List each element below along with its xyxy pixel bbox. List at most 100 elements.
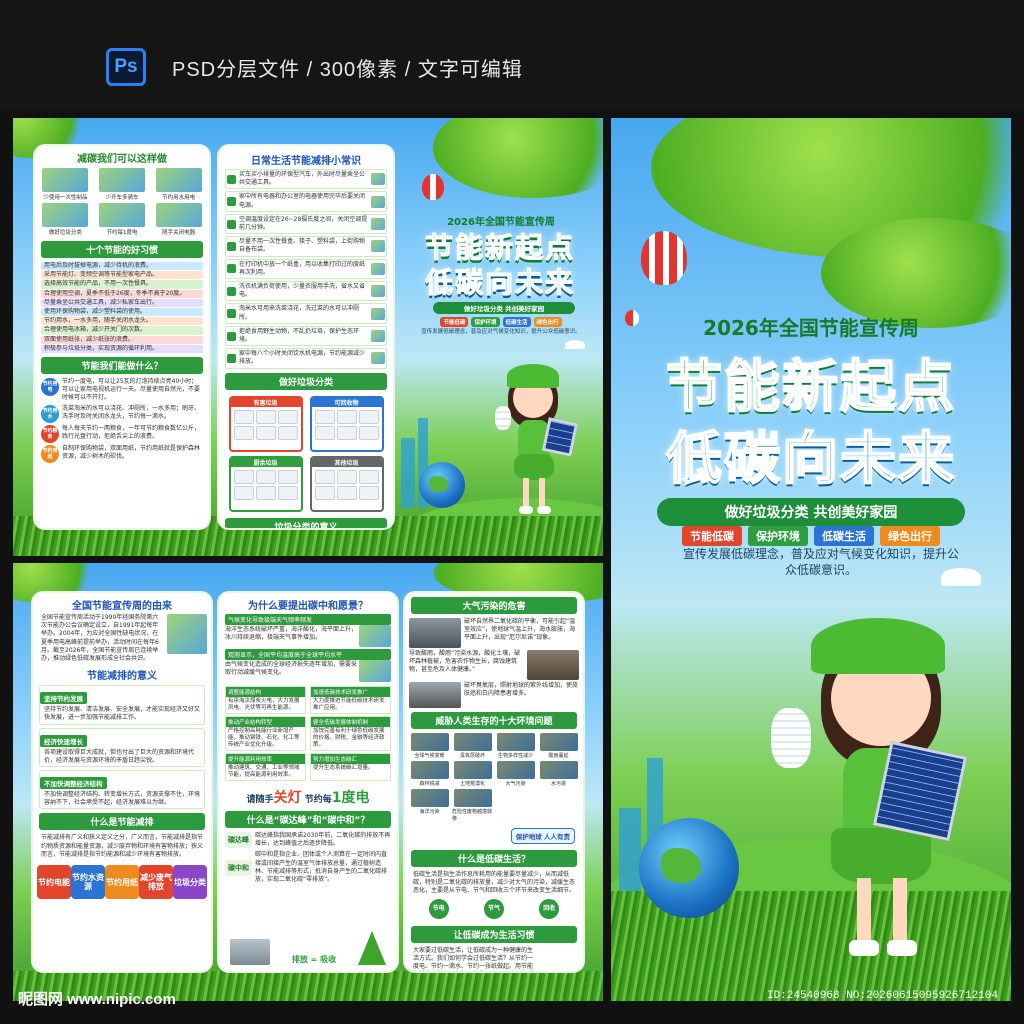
problem-item: 危险性废物越境转移 [452, 789, 493, 822]
habit-item: 合理使用电冰箱，减少开关门的次数。 [41, 326, 203, 335]
action-text: 加快完善有利于绿色低碳发展的价格、财税、金融等经济政策。 [313, 728, 385, 748]
hot-air-balloon [625, 310, 639, 326]
sorting-bins: 有害垃圾 可回收物 厨余垃圾 其他垃圾 [219, 394, 393, 514]
tip-number-icon [227, 197, 236, 207]
bin-item-icon [233, 409, 254, 424]
problem-photo [410, 761, 449, 779]
brochure-page-1: 减碳我们可以这样做 少使用一次性制品 少开车多骑车 节约用水用电 做好垃圾分类 节约每1… [13, 118, 603, 556]
problem-label: 全球气候变暖 [414, 753, 445, 759]
illustration-caption: 少开车多骑车 [105, 195, 139, 201]
action-item: 加速低碳技术研发推广 大力度推进节能低碳技术研发推广应用。 [310, 686, 391, 714]
file-info-text: PSD分层文件 / 300像素 / 文字可编辑 [172, 59, 523, 81]
problem-label: 海洋污染 [419, 809, 440, 815]
why-row: 由气候变化造成的全球经济损失逐年增加，需要采取行动减缓气候变化。 [225, 660, 391, 682]
tip-illustration [371, 307, 385, 320]
habit-item: 使用环保购物袋，减少塑料袋的使用。 [41, 308, 203, 317]
week-title: 2026年全国节能宣传周 [703, 316, 919, 340]
why-text: 海洋生态系统破坏严重，海洋酸化，海平面上升，冰川持续退缩，极端天气事件增加。 [225, 626, 358, 642]
tip-illustration [371, 173, 385, 186]
problem-label: 酸雨蔓延 [548, 753, 569, 759]
low-carbon-icons: 节电 节气 回收 [405, 896, 583, 922]
problem-grid: 全球气候变暖 臭氧层破坏 生物多样性减少 酸雨蔓延 森林锐减 土地荒漠化 大气污染 水污染 海洋… [405, 733, 583, 822]
bin-item-icon [255, 485, 276, 500]
section-title: 节能我们能做什么？ [41, 357, 203, 375]
action-item: 调整能源结构 有序淘汰煤炭火电，大力发展风电、光伏等可再生能源。 [225, 686, 306, 714]
tip-illustration [371, 240, 385, 253]
mini-title-line1: 节能新起点 [424, 231, 575, 265]
habit-item: 节约用水，一水多用，随手关闭水龙头。 [41, 317, 203, 326]
section-title: 什么是节能减排 [39, 813, 205, 831]
tip-number-icon [227, 241, 236, 251]
bin-item-icon [336, 485, 357, 500]
dove [941, 568, 981, 586]
habit-text: 大家要过低碳生活，让低碳成为一种健康的生活方式。我们如何学会过低碳生活？从节约一… [413, 946, 534, 971]
point-text: 不加快调整经济结构、转变增长方式，资源支撑不住，环境容纳不下，社会承受不起，经济… [44, 791, 201, 807]
energy-square: 节约水资源 [71, 865, 105, 900]
building [401, 438, 415, 508]
action-title: 调整能源结构 [226, 687, 305, 697]
action-title: 健全低碳发展体制机制 [311, 717, 390, 727]
problem-item: 酸雨蔓延 [538, 733, 579, 759]
habit-item: 用电后及时拔掉电源，减少待机的浪费。 [41, 262, 203, 271]
mini-title-line2: 低碳向未来 [424, 266, 575, 300]
tip-number-icon [227, 331, 236, 341]
tip-text: 在打印机中放一个纸盒，用以收集打印过的废纸再次利用。 [239, 260, 366, 276]
topic-tag: 保护环境 [748, 526, 808, 546]
doing-item: 节约用电 节约一度电，可以让25瓦的灯泡持续点亮40小时；可以让家用电视机运行一天… [41, 378, 203, 403]
bin-items [312, 467, 382, 503]
topic-tag: 绿色出行 [533, 317, 562, 327]
turn-off-slogan: 请随手关灯 节约每1度电 [246, 790, 370, 806]
card-daily-tips: 日常生活节能减排小常识 买车买小排量的环保型汽车，外出时尽量乘坐公共交通工具。家… [219, 146, 393, 528]
habit-illustration: 做好垃圾分类 [39, 203, 91, 236]
problem-photo [410, 789, 449, 807]
carbon-text: 碳中和是指企业、团体或个人测算在一定时间内直接或间接产生的温室气体排放总量，通过… [255, 851, 388, 884]
bin-item-icon [233, 425, 254, 440]
globe-icon [419, 462, 465, 508]
point-title: 坚持节约发展 [40, 692, 87, 705]
section-title: 十个节能的好习惯 [41, 241, 203, 258]
solar-panel [541, 417, 579, 457]
tip-text: 家中所有电器和办公室的电器使用完毕后要关闭电源。 [239, 193, 366, 209]
why-title: 气候变化导致极端天气频率频发 [225, 614, 391, 625]
low-carbon-text: 低碳生活是指生活作息所耗用的能量要尽量减少，从而减低碳，特别是二氧化碳的排放量，… [413, 871, 576, 895]
why-items: 气候变化导致极端天气频率频发 海洋生态系统破坏严重，海洋酸化，海平面上升，冰川持续… [219, 614, 397, 682]
doing-list: 节约用电 节约一度电，可以让25瓦的灯泡持续点亮40小时；可以让家用电视机运行一天… [35, 378, 209, 463]
acid-rain-photo [527, 650, 579, 680]
title-line1: 节能新起点 [665, 354, 956, 421]
doing-item: 节约粮食 每人每天节约一两粮食，一年可节约粮食数亿公斤，践行光盘行动，拒绝舌尖上的… [41, 424, 203, 443]
ozone-photo [409, 682, 461, 708]
section-title: 威胁人类生存的十大环境问题 [411, 712, 577, 729]
topic-tag: 绿色出行 [880, 526, 940, 546]
bin-label: 可回收物 [311, 397, 382, 407]
meaning-point: 坚持节约发展 坚持节约发展、清洁发展、安全发展，才能实现经济又好又快发展，进一步加… [39, 685, 205, 725]
bin-item-icon [277, 485, 298, 500]
site-watermark: 昵图网 www.nipic.com [18, 991, 176, 1008]
meaning-point: 经济快速增长 各项建设取得巨大成就，但也付出了巨大的资源和环境代价，经济发展与资源… [39, 727, 205, 768]
point-title: 不加快调整经济结构 [40, 777, 107, 790]
energy-square: 节约电能 [37, 865, 71, 900]
mascot-girl [493, 358, 583, 528]
why-photo [359, 660, 391, 682]
section-title: 什么是低碳生活？ [411, 850, 577, 867]
tip-illustration [371, 330, 385, 343]
tip-illustration [371, 352, 385, 365]
bin-item-icon [277, 409, 298, 424]
bin-item-icon [277, 425, 298, 440]
habit-illustration: 少开车多骑车 [96, 168, 148, 201]
why-item: 气候变化导致极端天气频率频发 海洋生态系统破坏严重，海洋酸化，海平面上升，冰川持续… [225, 614, 391, 647]
action-text: 大力度推进节能低碳技术研发推广应用。 [313, 698, 385, 711]
tip-text: 空调温度设定在26~28摄氏度之间，关闭空调提前几分钟。 [239, 215, 368, 232]
problem-photo [453, 789, 492, 807]
habit-item: 采用节能灯、变频空调等节能型家电产品。 [41, 271, 203, 280]
what-text: 节能减排有广义和狭义定义之分，广义而言，节能减排是指节约物质资源和能量资源，减少… [41, 834, 204, 858]
section-title: 大气污染的危害 [411, 597, 577, 614]
doing-item: 节约用纸 自制环保购物袋，双面用纸，节约用纸就是保护森林资源，减少树木的砍伐。 [41, 444, 203, 463]
mascot-girl [771, 608, 991, 968]
bin-item-icon [314, 425, 335, 440]
doing-text: 洗菜淘米的水可以浇花、冲厕所，一水多用；刷牙、洗手时及时关闭水龙头，节约每一滴水… [62, 404, 201, 420]
problem-item: 海洋污染 [409, 789, 450, 822]
bin-item-icon [255, 409, 276, 424]
section-title: 节能减排的意义 [87, 671, 157, 683]
habit-illustration: 节约用水用电 [153, 168, 205, 201]
section-title: 让低碳成为生活习惯 [411, 925, 577, 943]
